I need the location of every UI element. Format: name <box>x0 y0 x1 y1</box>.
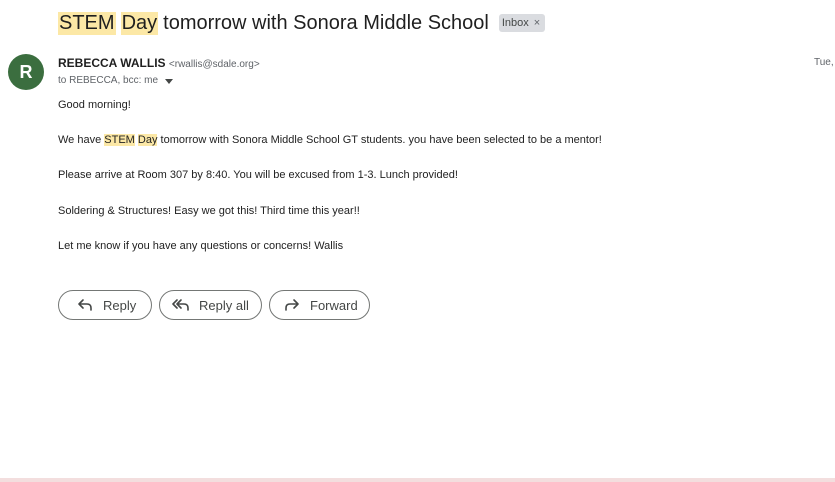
sender-email: <rwallis@sdale.org> <box>168 59 260 70</box>
reply-all-icon <box>171 295 191 315</box>
body-line-stem-pre: We have <box>58 134 105 146</box>
subject-text: tomorrow with Sonora Middle School <box>163 11 489 34</box>
body-line-arrival: Please arrive at Room 307 by 8:40. You w… <box>58 169 458 181</box>
caret-down-icon[interactable] <box>165 78 174 84</box>
reply-button[interactable]: Reply <box>58 290 152 320</box>
close-icon[interactable]: × <box>534 17 540 29</box>
avatar[interactable]: R <box>8 54 44 90</box>
forward-label: Forward <box>310 297 358 313</box>
forward-button[interactable]: Forward <box>269 290 370 320</box>
body-highlight-stem: STEM <box>104 134 135 146</box>
recipients-text: to REBECCA, bcc: me <box>58 75 159 86</box>
subject-highlight-stem: STEM <box>58 11 116 35</box>
inbox-label-chip[interactable]: Inbox × <box>498 14 546 32</box>
email-subject: STEM Day tomorrow with Sonora Middle Scho… <box>58 10 546 36</box>
body-line-greeting: Good morning! <box>58 99 131 111</box>
sender-name[interactable]: REBECCA WALLIS <box>58 56 166 70</box>
inbox-label-text: Inbox <box>501 16 529 29</box>
reply-all-label: Reply all <box>199 297 249 313</box>
body-line-signoff: Let me know if you have any questions or… <box>58 240 344 252</box>
body-line-stem-post: tomorrow with Sonora Middle School GT st… <box>157 134 602 146</box>
recipients-line: to REBECCA, bcc: me <box>58 75 174 86</box>
body-highlight-day: Day <box>137 134 158 146</box>
email-date: Tue, <box>814 57 834 68</box>
forward-icon <box>282 295 302 315</box>
subject-highlight-day: Day <box>120 11 159 35</box>
bottom-divider <box>0 478 835 482</box>
reply-label: Reply <box>103 297 137 313</box>
reply-icon <box>75 295 95 315</box>
body-line-stem: We have STEM Day tomorrow with Sonora Mi… <box>58 134 602 146</box>
sender-line: REBECCA WALLIS <rwallis@sdale.org> <box>58 56 260 70</box>
body-line-soldering: Soldering & Structures! Easy we got this… <box>58 205 360 217</box>
reply-all-button[interactable]: Reply all <box>159 290 262 320</box>
